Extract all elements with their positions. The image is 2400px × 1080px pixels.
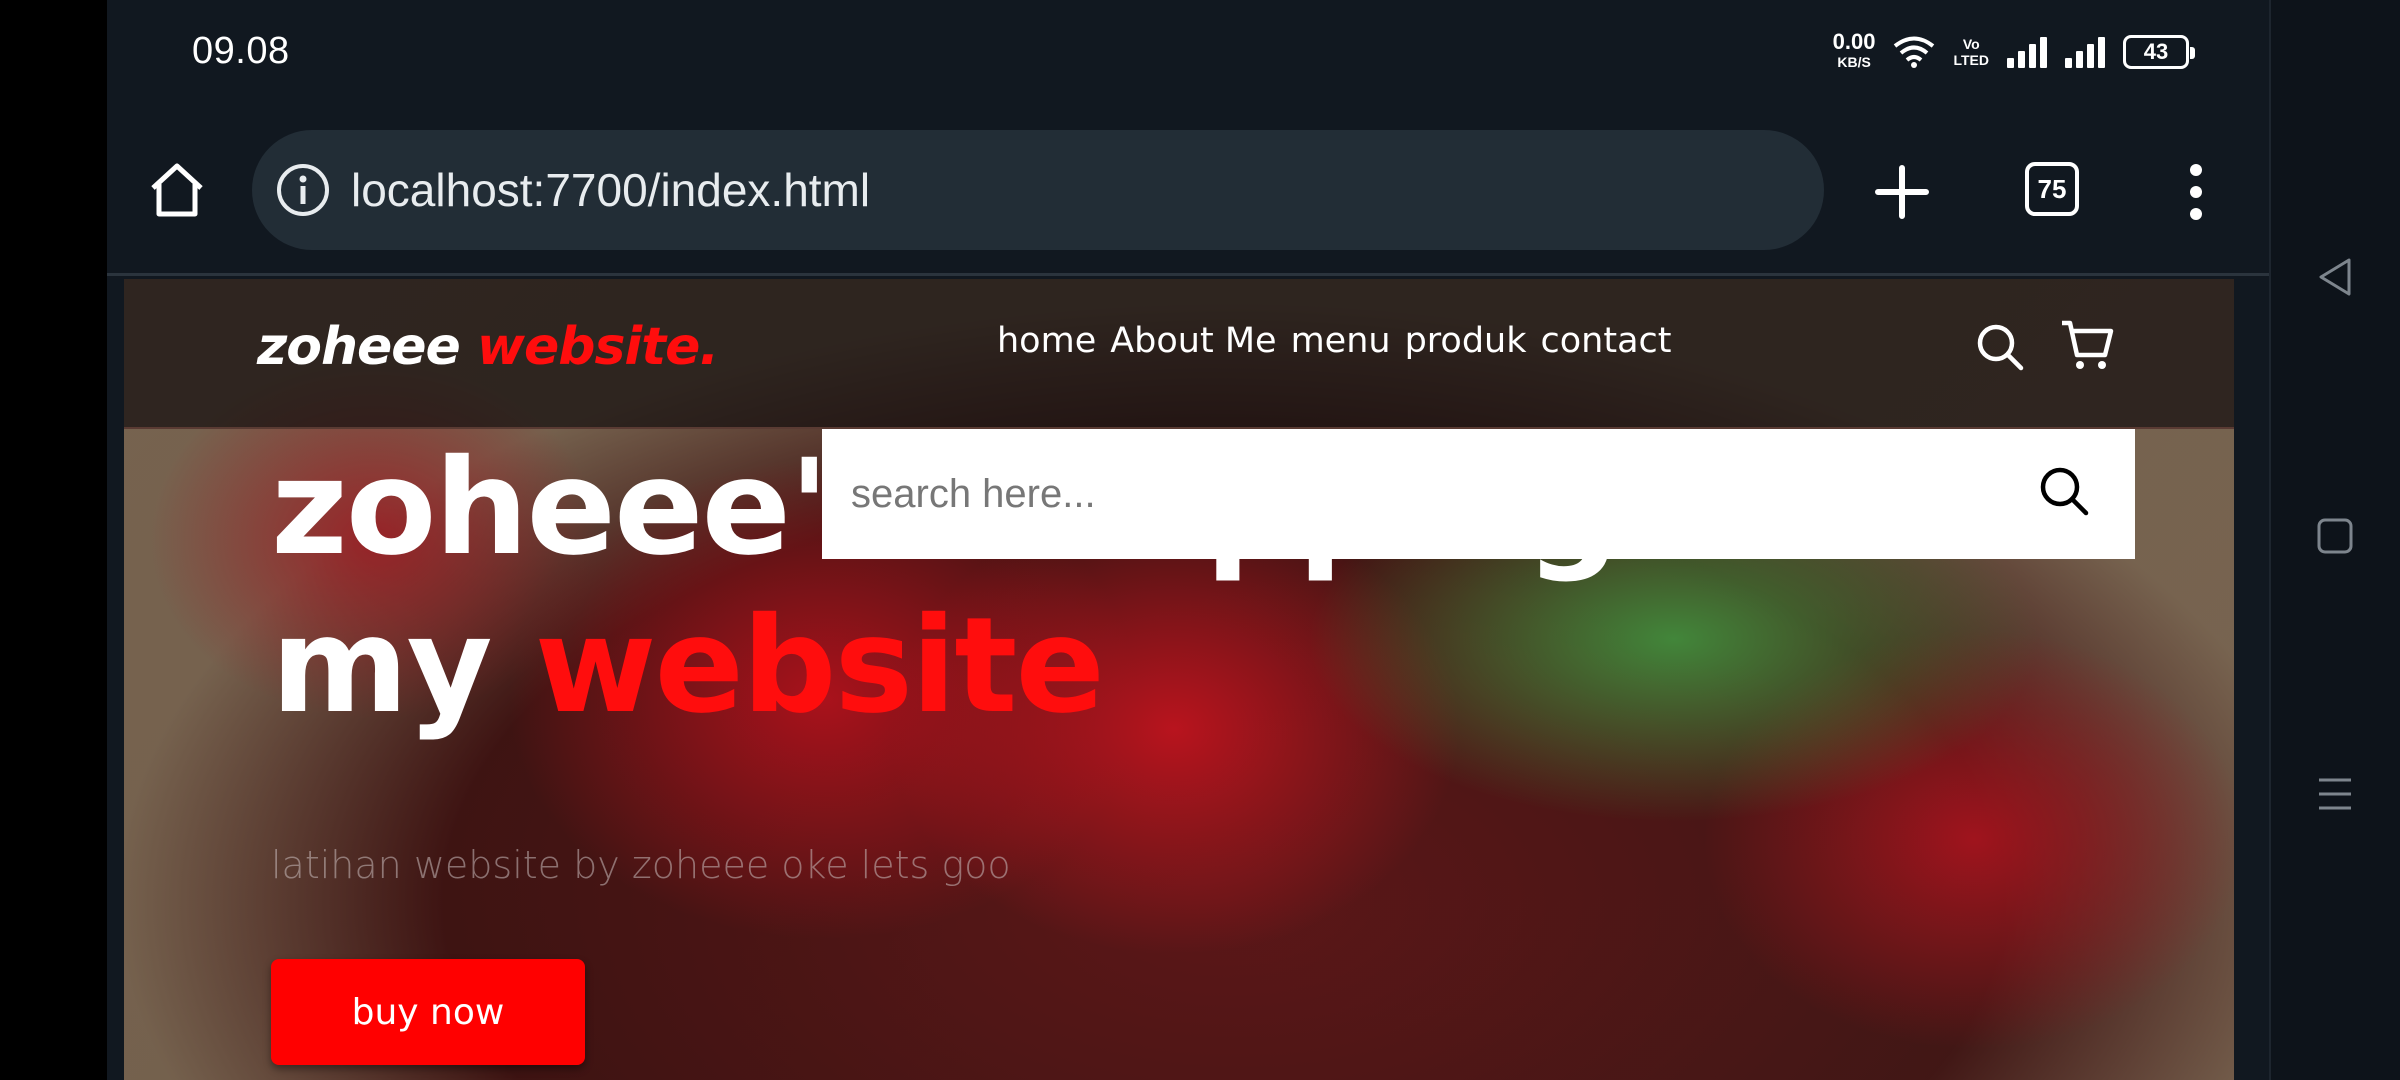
nav-link-menu[interactable]: menu xyxy=(1291,321,1391,361)
info-icon[interactable] xyxy=(275,162,331,218)
network-speed-value: 0.00 xyxy=(1832,29,1876,54)
tab-switcher-button[interactable]: 75 xyxy=(2025,162,2079,216)
site-logo-main: zoheee xyxy=(257,317,461,377)
status-clock: 09.08 xyxy=(192,30,290,72)
wifi-icon xyxy=(1894,36,1935,68)
url-text[interactable]: localhost:7700/index.html xyxy=(351,163,870,217)
search-submit-icon[interactable] xyxy=(2037,464,2091,518)
browser-window: 09.08 0.00 KB/S Vo LTED 43 localhost:770… xyxy=(107,0,2269,1080)
device-bezel xyxy=(0,0,107,1080)
search-box xyxy=(822,429,2135,559)
recent-apps-icon[interactable] xyxy=(2315,774,2355,814)
site-header: zoheee website. home About Me menu produ… xyxy=(124,279,2234,429)
browser-toolbar: localhost:7700/index.html 75 xyxy=(107,110,2269,276)
nav-link-contact[interactable]: contact xyxy=(1541,321,1672,361)
status-bar: 09.08 0.00 KB/S Vo LTED 43 xyxy=(107,0,2269,110)
hero-line-2-plain: my xyxy=(271,589,493,743)
nav-link-home[interactable]: home xyxy=(997,321,1096,361)
search-icon[interactable] xyxy=(1974,321,2026,373)
status-icons: 0.00 KB/S Vo LTED 43 xyxy=(1832,29,2195,72)
more-menu-icon[interactable] xyxy=(2181,162,2211,222)
volte-bottom: LTED xyxy=(1953,52,1989,68)
signal-sim2-icon xyxy=(2065,36,2105,68)
nav-link-produk[interactable]: produk xyxy=(1405,321,1527,361)
buy-now-button[interactable]: buy now xyxy=(271,959,585,1065)
address-bar[interactable]: localhost:7700/index.html xyxy=(252,130,1824,250)
hero-line-2-accent: website xyxy=(534,589,1105,743)
network-speed: 0.00 KB/S xyxy=(1832,29,1876,72)
home-icon[interactable] xyxy=(145,158,209,222)
volte-top: Vo xyxy=(1962,36,1980,52)
site-nav: home About Me menu produk contact xyxy=(997,321,1671,361)
network-speed-unit: KB/S xyxy=(1837,54,1871,70)
nav-link-about[interactable]: About Me xyxy=(1110,321,1276,361)
battery-level: 43 xyxy=(2143,39,2169,64)
volte-indicator: Vo LTED xyxy=(1953,36,1989,68)
hero-subtitle: latihan website by zoheee oke lets goo xyxy=(271,843,1011,887)
new-tab-icon[interactable] xyxy=(1872,162,1932,222)
back-icon[interactable] xyxy=(2315,256,2357,298)
site-logo[interactable]: zoheee website. xyxy=(257,317,719,377)
tab-count: 75 xyxy=(2037,173,2067,204)
web-page: zoheee website. home About Me menu produ… xyxy=(124,279,2234,1080)
site-logo-accent: website. xyxy=(476,317,719,377)
search-input[interactable] xyxy=(849,470,1999,518)
system-nav-bar xyxy=(2269,0,2400,1080)
cart-icon[interactable] xyxy=(2059,317,2115,373)
battery-icon: 43 xyxy=(2123,35,2195,69)
home-square-icon[interactable] xyxy=(2315,516,2355,556)
signal-sim1-icon xyxy=(2007,36,2047,68)
